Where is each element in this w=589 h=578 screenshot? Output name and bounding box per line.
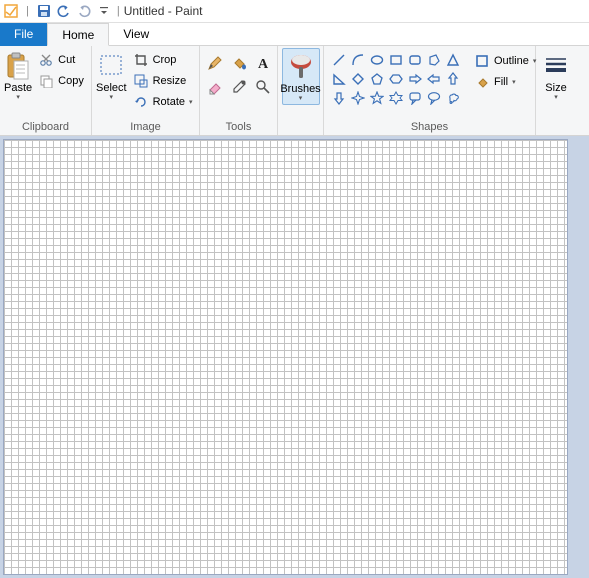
group-label-tools: Tools (204, 120, 273, 135)
shape-right-arrow[interactable] (406, 70, 424, 88)
group-tools: A Tools (200, 46, 278, 135)
paint-app-icon[interactable] (2, 2, 20, 20)
chevron-down-icon: ▾ (512, 78, 516, 86)
shape-fill-button[interactable]: Fill ▾ (470, 72, 540, 92)
ribbon-tabs: File Home View (0, 23, 589, 46)
crop-button[interactable]: Crop (129, 50, 197, 70)
shape-rounded-rectangle[interactable] (406, 51, 424, 69)
shape-cloud-callout[interactable] (444, 89, 462, 107)
tab-view[interactable]: View (109, 23, 163, 46)
group-label-shapes: Shapes (328, 120, 531, 135)
shape-pentagon[interactable] (368, 70, 386, 88)
drawing-canvas[interactable] (4, 140, 567, 574)
shape-5point-star[interactable] (368, 89, 386, 107)
cut-button[interactable]: Cut (34, 50, 88, 70)
eraser-tool[interactable] (204, 76, 226, 98)
document-name: Untitled (124, 4, 165, 18)
chevron-down-icon: ▾ (189, 98, 193, 106)
rotate-icon (133, 94, 149, 110)
chevron-down-icon: ▾ (16, 93, 20, 101)
svg-text:A: A (258, 57, 269, 71)
paste-button[interactable]: Paste ▾ (4, 48, 32, 103)
qat-customize-icon[interactable] (95, 2, 113, 20)
fill-tool[interactable] (228, 52, 250, 74)
shape-outline-button[interactable]: Outline ▾ (470, 51, 540, 71)
select-button[interactable]: Select ▾ (96, 48, 127, 103)
shape-rectangle[interactable] (387, 51, 405, 69)
undo-icon[interactable] (55, 2, 73, 20)
select-icon (97, 50, 125, 82)
chevron-down-icon: ▾ (110, 93, 114, 101)
text-tool[interactable]: A (252, 52, 274, 74)
shape-rounded-callout[interactable] (406, 89, 424, 107)
shape-right-triangle[interactable] (330, 70, 348, 88)
brushes-button[interactable]: Brushes ▾ (282, 48, 320, 105)
brush-icon (286, 51, 316, 83)
tab-file[interactable]: File (0, 23, 47, 46)
resize-button[interactable]: Resize (129, 71, 197, 91)
copy-button[interactable]: Copy (34, 71, 88, 91)
size-icon (543, 50, 569, 82)
qat-separator: | (26, 5, 29, 17)
shape-4point-star[interactable] (349, 89, 367, 107)
rotate-button[interactable]: Rotate ▾ (129, 92, 197, 112)
chevron-down-icon: ▾ (554, 93, 558, 101)
shape-polygon[interactable] (425, 51, 443, 69)
app-name: Paint (175, 4, 202, 18)
shape-line[interactable] (330, 51, 348, 69)
shape-6point-star[interactable] (387, 89, 405, 107)
titlebar: | | Untitled - Paint (0, 0, 589, 23)
size-button[interactable]: Size ▾ (540, 48, 572, 103)
crop-icon (133, 52, 149, 68)
copy-icon (38, 73, 54, 89)
group-image: Select ▾ Crop Resize (92, 46, 200, 135)
group-label-image: Image (96, 120, 195, 135)
quick-access-toolbar: | (2, 2, 113, 20)
color-picker-tool[interactable] (228, 76, 250, 98)
tab-home[interactable]: Home (47, 23, 109, 46)
redo-icon[interactable] (75, 2, 93, 20)
shape-oval-callout[interactable] (425, 89, 443, 107)
group-shapes: Outline ▾ Fill ▾ Shapes (324, 46, 536, 135)
shape-oval[interactable] (368, 51, 386, 69)
title-separator: | (117, 5, 120, 17)
outline-icon (474, 53, 490, 69)
shape-down-arrow[interactable] (330, 89, 348, 107)
resize-icon (133, 73, 149, 89)
shape-curve[interactable] (349, 51, 367, 69)
shape-up-arrow[interactable] (444, 70, 462, 88)
group-size: Size ▾ (536, 46, 576, 135)
shape-left-arrow[interactable] (425, 70, 443, 88)
ribbon: Paste ▾ Cut Copy Clipboard (0, 46, 589, 136)
chevron-down-icon: ▾ (299, 94, 303, 102)
shape-triangle[interactable] (444, 51, 462, 69)
group-brushes: Brushes ▾ (278, 46, 324, 135)
paste-icon (5, 50, 31, 82)
shape-gallery[interactable] (328, 48, 464, 110)
group-label-clipboard: Clipboard (4, 120, 87, 135)
magnifier-tool[interactable] (252, 76, 274, 98)
window-title: Untitled - Paint (124, 4, 203, 18)
canvas-area (0, 136, 589, 578)
save-icon[interactable] (35, 2, 53, 20)
pencil-tool[interactable] (204, 52, 226, 74)
shape-hexagon[interactable] (387, 70, 405, 88)
group-clipboard: Paste ▾ Cut Copy Clipboard (0, 46, 92, 135)
scissors-icon (38, 52, 54, 68)
shape-diamond[interactable] (349, 70, 367, 88)
fill-icon (474, 74, 490, 90)
